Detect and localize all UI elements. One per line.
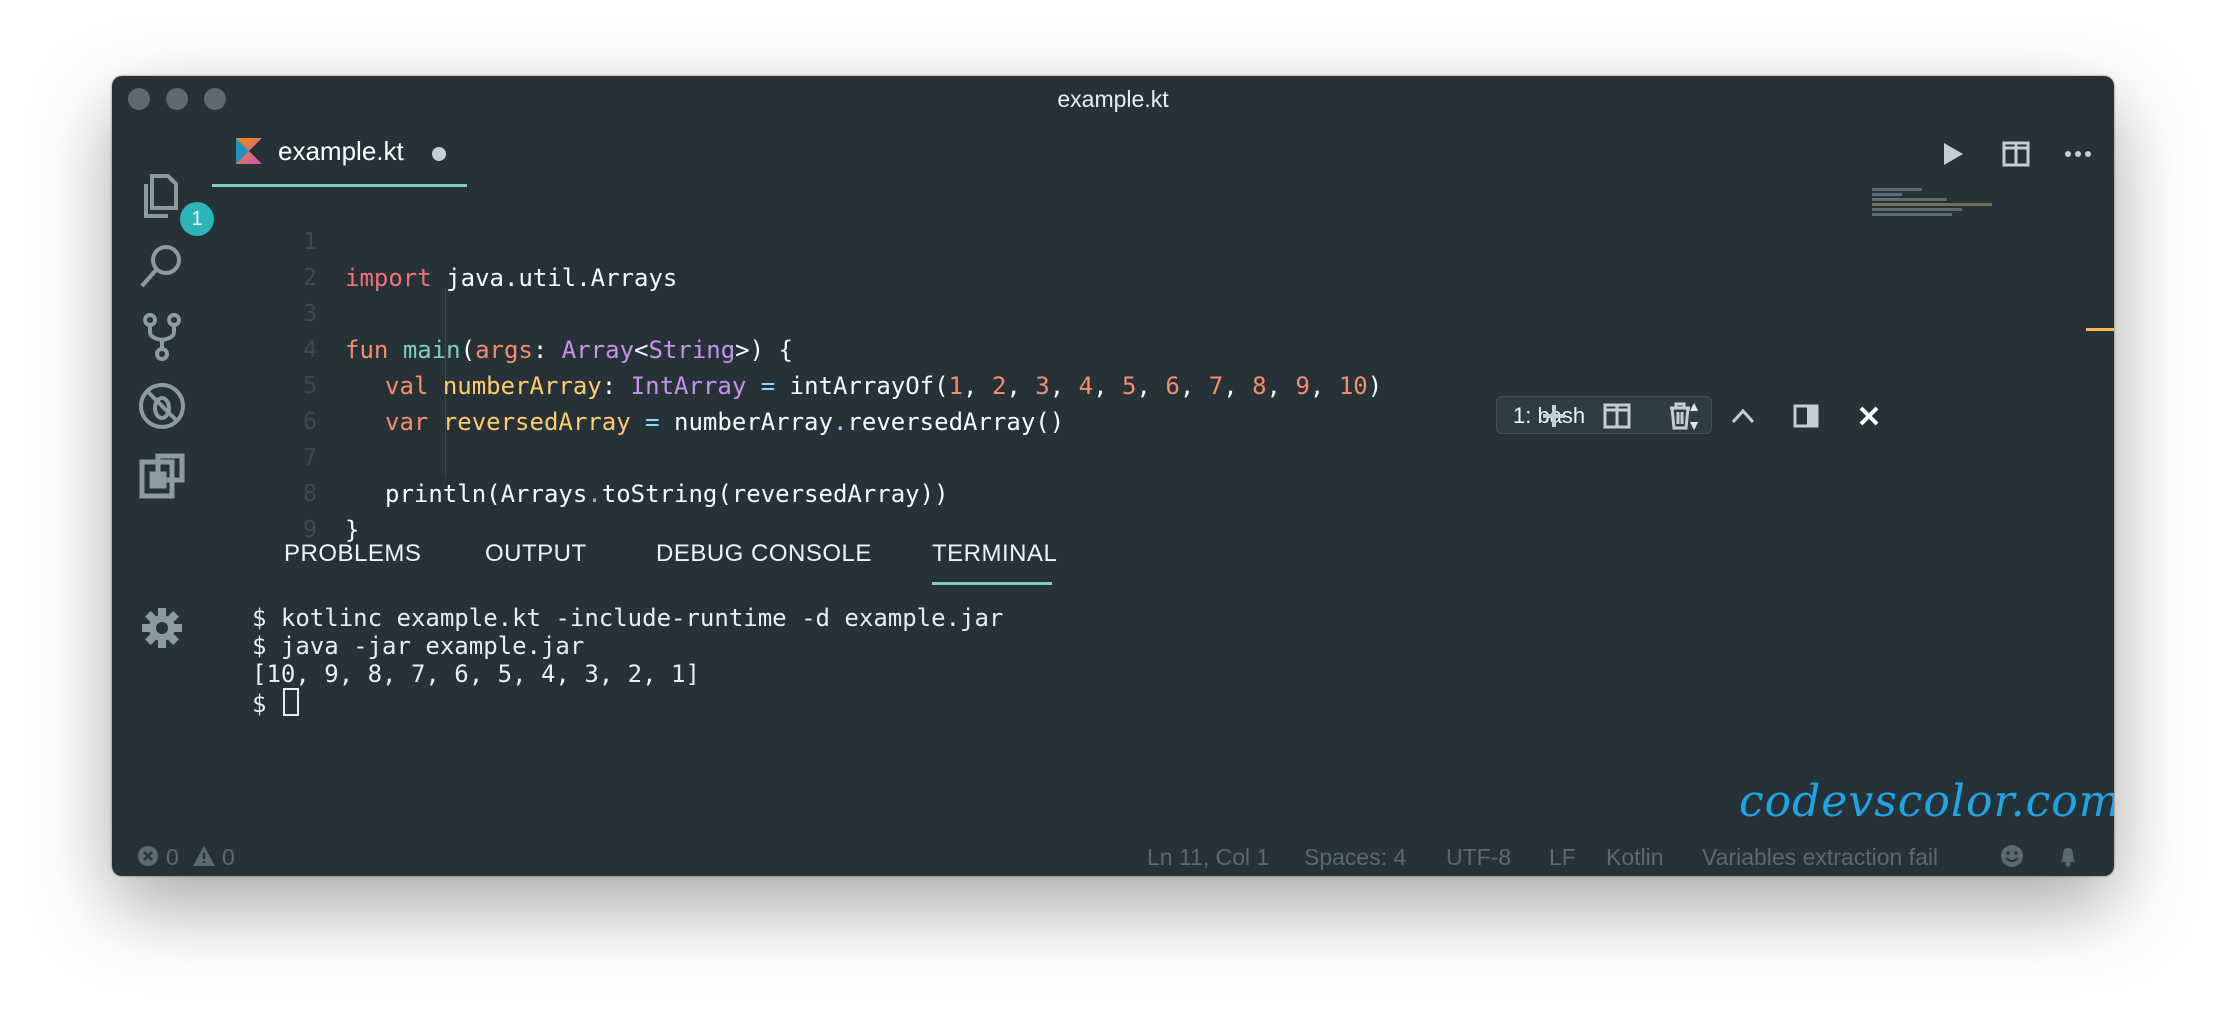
bell-icon[interactable]	[2056, 844, 2080, 874]
toggle-panel-position-icon[interactable]	[1788, 398, 1824, 434]
terminal-tab-indicator	[932, 582, 1052, 585]
terminal-line: [10, 9, 8, 7, 6, 5, 4, 3, 2, 1]	[252, 660, 700, 688]
language-mode[interactable]: Kotlin	[1606, 844, 1664, 871]
terminal-cursor	[282, 688, 299, 716]
unsaved-dot[interactable]	[432, 147, 446, 161]
code-token: toString(reversedArray))	[601, 480, 949, 508]
run-icon[interactable]	[1934, 136, 1970, 172]
source-control-icon[interactable]	[134, 308, 190, 364]
tab-problems-label[interactable]: PROBLEMS	[284, 540, 421, 568]
error-icon[interactable]	[136, 844, 160, 874]
code-token: args	[475, 336, 533, 364]
tab-example-kt[interactable]: example.kt	[212, 120, 467, 188]
split-editor-icon[interactable]	[1998, 136, 2034, 172]
split-terminal-icon[interactable]	[1599, 398, 1635, 434]
close-panel-icon[interactable]	[1851, 398, 1887, 434]
code-token: .	[587, 480, 602, 508]
code-token: println(Arrays	[385, 480, 588, 508]
overview-ruler-marker	[2086, 328, 2114, 331]
explorer-icon[interactable]: 1	[134, 168, 214, 236]
tab-terminal[interactable]: TERMINAL	[932, 540, 1057, 568]
maximize-panel-icon[interactable]	[1725, 398, 1761, 434]
code-token: ) {	[749, 336, 793, 364]
more-actions-icon[interactable]	[2060, 136, 2096, 172]
tab-output[interactable]: OUTPUT	[485, 540, 587, 568]
warning-icon[interactable]	[192, 844, 216, 874]
code-token: <	[634, 336, 649, 364]
end-of-line[interactable]: LF	[1549, 844, 1576, 871]
vscode-window: example.kt 1 example.kt 1 import java.ut…	[112, 76, 2114, 876]
code-line: 1 import java.util.Arrays	[212, 188, 677, 292]
kotlin-icon	[236, 138, 262, 164]
code-token: java.util.Arrays	[431, 264, 678, 292]
terminal-prompt: $	[252, 690, 281, 718]
code-token: :	[532, 336, 562, 364]
search-icon[interactable]	[134, 238, 190, 294]
minimap[interactable]	[1872, 188, 1992, 228]
error-count[interactable]: 0	[166, 844, 179, 871]
terminal-line: $ kotlinc example.kt -include-runtime -d…	[252, 604, 1004, 632]
debug-icon[interactable]	[134, 378, 190, 434]
status-message[interactable]: Variables extraction fail	[1702, 844, 1938, 871]
code-line: 3 fun main(args: Array<String>) {	[212, 260, 793, 364]
tab-label: example.kt	[278, 136, 404, 166]
window-title: example.kt	[1057, 86, 1169, 112]
active-tab-indicator	[212, 184, 467, 187]
code-line: 5 var reversedArray = numberArray.revers…	[212, 332, 1064, 436]
encoding[interactable]: UTF-8	[1446, 844, 1511, 871]
tab-debug-console[interactable]: DEBUG CONSOLE	[656, 540, 872, 568]
feedback-smiley-icon[interactable]	[2000, 844, 2024, 874]
code-line: 9	[212, 476, 317, 543]
explorer-badge: 1	[180, 202, 214, 236]
code-token: Array	[561, 336, 635, 364]
new-terminal-icon[interactable]	[1536, 398, 1572, 434]
status-bar: 0 0 Ln 11, Col 1 Spaces: 4 UTF-8 LF Kotl…	[112, 836, 2114, 876]
code-editor[interactable]: 1 import java.util.Arrays 2 3 fun main(a…	[212, 188, 2092, 592]
activity-bar: 1	[112, 120, 214, 876]
watermark: codevscolor.com	[1739, 776, 2114, 827]
code-line: 2	[212, 224, 317, 291]
terminal-prompt-line: $	[252, 688, 299, 718]
code-token: (	[460, 336, 476, 364]
code-token: String	[648, 336, 736, 364]
extensions-icon[interactable]	[134, 448, 190, 504]
code-line: 4 val numberArray: IntArray = intArrayOf…	[212, 296, 1382, 400]
gear-icon[interactable]	[134, 600, 190, 656]
panel-tabs	[212, 396, 2114, 456]
title-bar: example.kt	[112, 76, 2114, 120]
code-token: main	[402, 336, 461, 364]
code-token: >	[735, 336, 750, 364]
code-token: fun	[345, 336, 389, 364]
terminal-line: $ java -jar example.jar	[252, 632, 585, 660]
warning-count[interactable]: 0	[222, 844, 235, 871]
trash-icon[interactable]	[1662, 398, 1698, 434]
code-token: import	[345, 264, 432, 292]
indentation[interactable]: Spaces: 4	[1304, 844, 1406, 871]
cursor-position[interactable]: Ln 11, Col 1	[1147, 844, 1269, 871]
